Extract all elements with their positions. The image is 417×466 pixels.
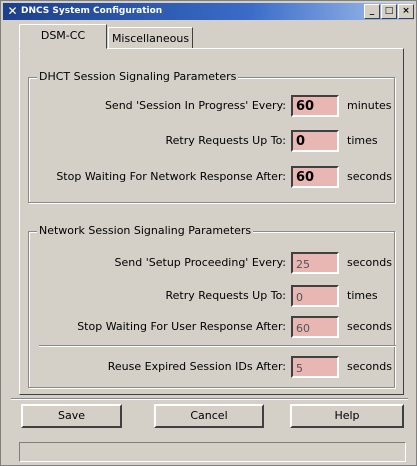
session-in-progress-label: Send 'Session In Progress' Every: — [104, 99, 286, 112]
user-response-row: Stop Waiting For User Response After: se… — [29, 316, 396, 340]
dhct-retry-label: Retry Requests Up To: — [165, 134, 286, 147]
network-response-label: Stop Waiting For Network Response After: — [56, 170, 286, 183]
network-group-title: Network Session Signaling Parameters — [37, 224, 254, 237]
session-in-progress-input[interactable] — [291, 95, 339, 117]
help-button[interactable]: Help — [290, 404, 404, 428]
save-button[interactable]: Save — [21, 404, 122, 428]
reuse-session-row: Reuse Expired Session IDs After: seconds — [29, 356, 396, 380]
session-in-progress-row: Send 'Session In Progress' Every: minute… — [29, 95, 396, 119]
x-logo-icon: ✕ — [7, 4, 18, 18]
tab-panel-dsm-cc: DHCT Session Signaling Parameters Send '… — [19, 48, 404, 395]
reuse-session-unit: seconds — [347, 360, 392, 373]
network-retry-input[interactable] — [291, 285, 339, 307]
dhct-retry-input[interactable] — [291, 130, 339, 152]
group-separator — [39, 345, 396, 347]
network-response-input[interactable] — [291, 166, 339, 188]
window-title: DNCS System Configuration — [21, 6, 163, 16]
dhct-group-title: DHCT Session Signaling Parameters — [37, 70, 239, 83]
setup-proceeding-unit: seconds — [347, 256, 392, 269]
user-response-input[interactable] — [291, 316, 339, 338]
network-retry-label: Retry Requests Up To: — [165, 289, 286, 302]
dhct-retry-row: Retry Requests Up To: times — [29, 130, 396, 154]
reuse-session-input[interactable] — [291, 356, 339, 378]
reuse-session-label: Reuse Expired Session IDs After: — [107, 360, 286, 373]
dialog-window: ✕ DNCS System Configuration _ □ × DSM-CC… — [0, 0, 417, 466]
network-retry-unit: times — [347, 289, 378, 302]
user-response-label: Stop Waiting For User Response After: — [77, 320, 286, 333]
network-retry-row: Retry Requests Up To: times — [29, 285, 396, 309]
setup-proceeding-label: Send 'Setup Proceeding' Every: — [114, 256, 286, 269]
title-bar[interactable]: ✕ DNCS System Configuration _ □ × — [3, 3, 414, 20]
network-response-unit: seconds — [347, 170, 392, 183]
dhct-retry-unit: times — [347, 134, 378, 147]
dhct-session-group: DHCT Session Signaling Parameters Send '… — [28, 70, 396, 203]
user-response-unit: seconds — [347, 320, 392, 333]
status-bar — [19, 442, 406, 462]
tab-dsm-cc[interactable]: DSM-CC — [19, 24, 107, 49]
cancel-button[interactable]: Cancel — [154, 404, 264, 428]
setup-proceeding-row: Send 'Setup Proceeding' Every: seconds — [29, 252, 396, 276]
minimize-button[interactable]: _ — [364, 4, 380, 19]
close-button[interactable]: × — [398, 4, 414, 19]
tab-miscellaneous[interactable]: Miscellaneous — [108, 27, 193, 49]
window-controls: _ □ × — [364, 4, 414, 19]
setup-proceeding-input[interactable] — [291, 252, 339, 274]
network-response-row: Stop Waiting For Network Response After:… — [29, 166, 396, 190]
session-in-progress-unit: minutes — [347, 99, 392, 112]
button-separator — [11, 398, 408, 400]
network-session-group: Network Session Signaling Parameters Sen… — [28, 224, 396, 388]
maximize-button[interactable]: □ — [381, 4, 397, 19]
